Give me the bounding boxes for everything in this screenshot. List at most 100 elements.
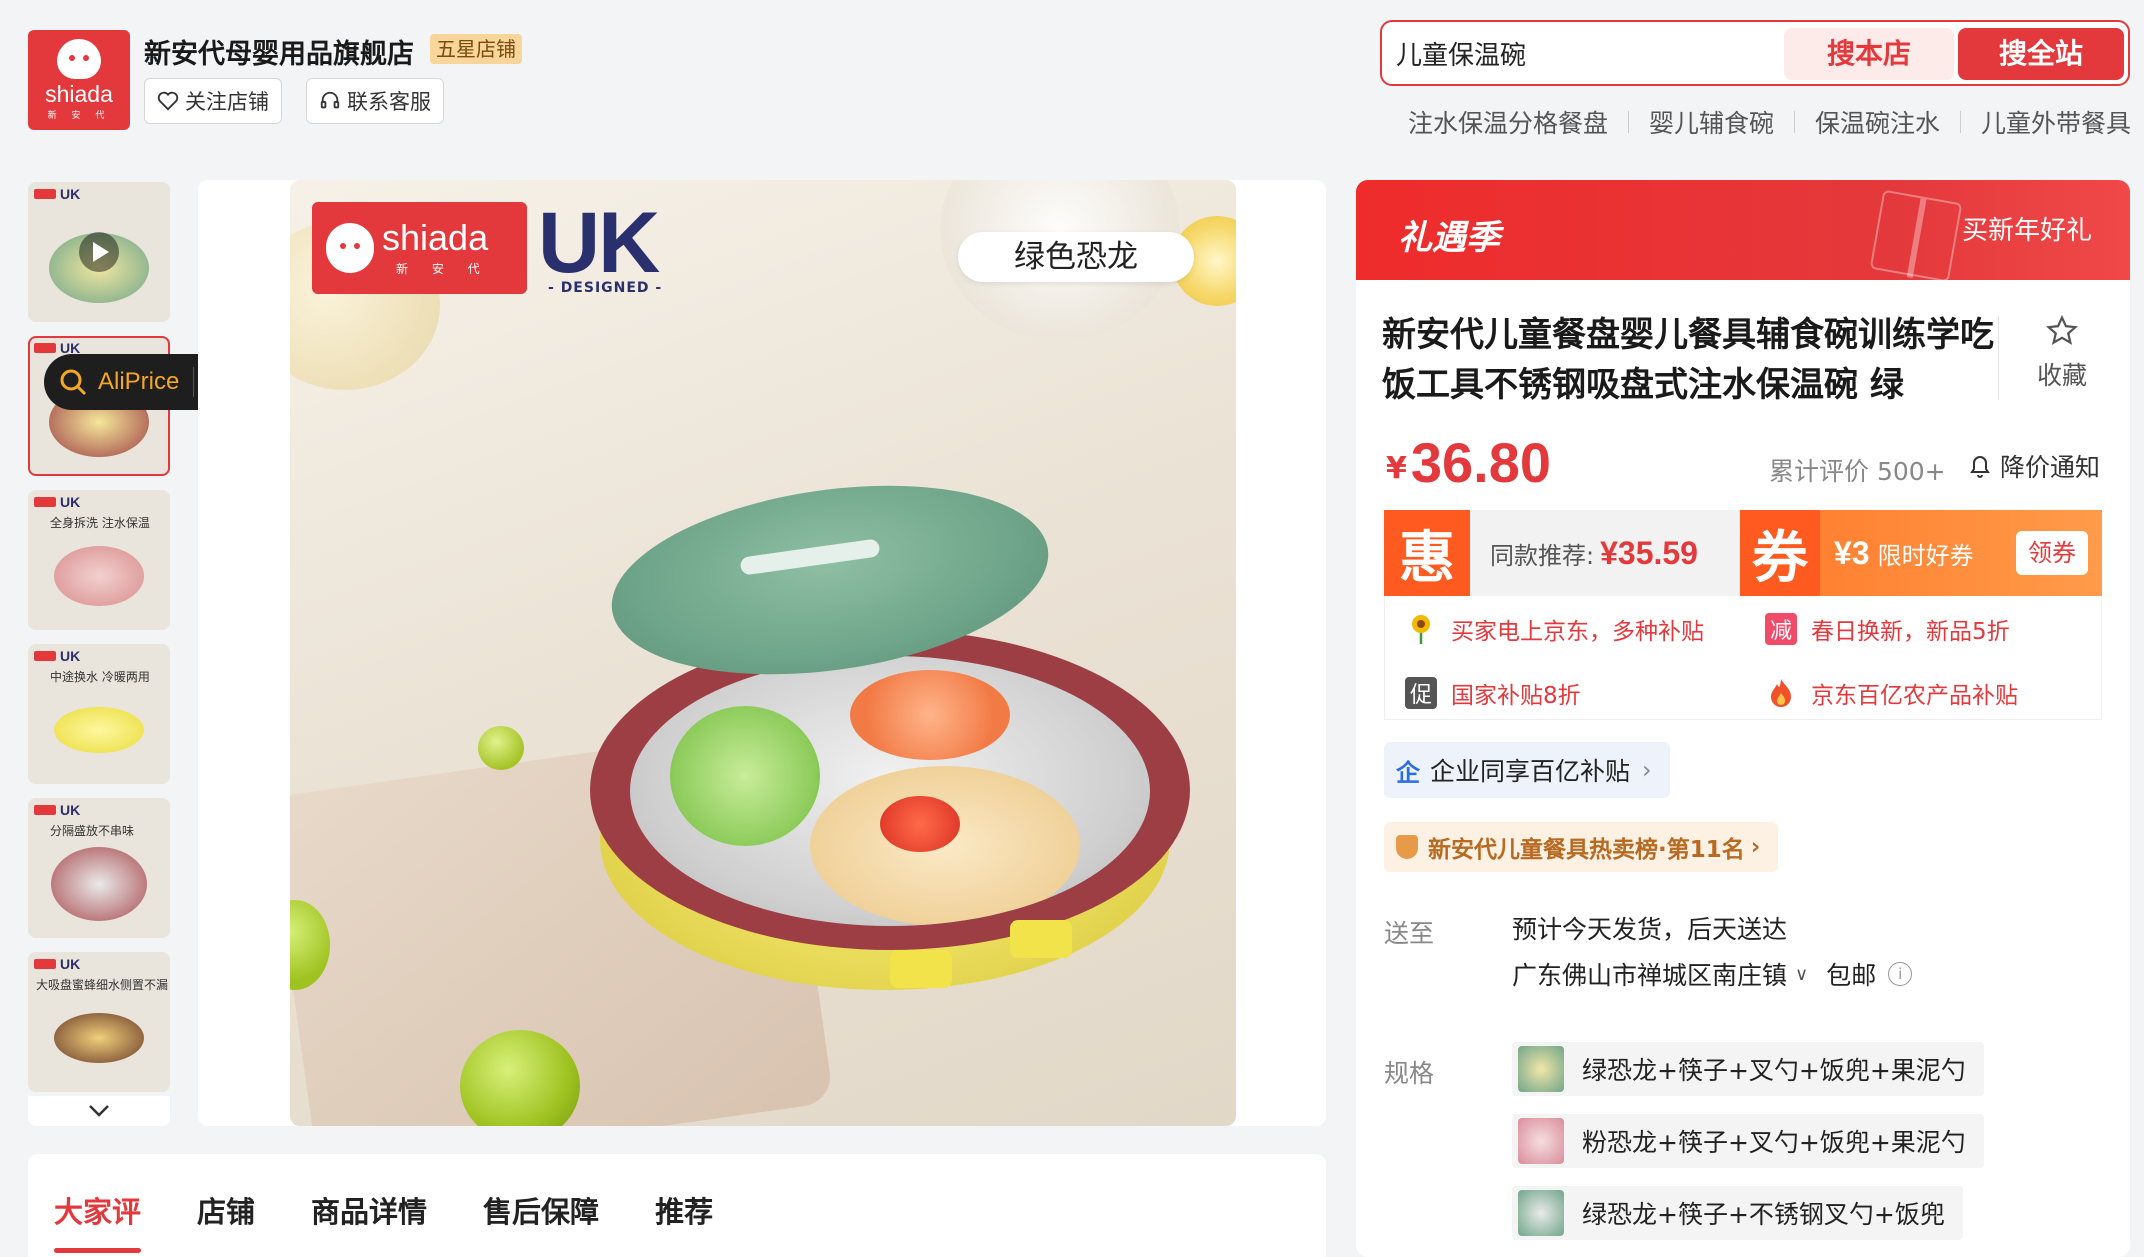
thumbnail-video[interactable]: UK (28, 182, 170, 322)
mini-logo (34, 651, 56, 661)
claim-coupon-button[interactable]: 领券 (2016, 531, 2088, 575)
spec-option[interactable]: 绿恐龙+筷子+不锈钢叉勺+饭兜 (1512, 1186, 1963, 1240)
hot-word[interactable]: 注水保温分格餐盘 (1408, 104, 1608, 140)
deal-strip: 惠 同款推荐: ¥35.59 券 ¥3 限时好券 领券 (1384, 510, 2102, 596)
enterprise-label: 企业同享百亿补贴 (1430, 757, 1631, 786)
designed-label: - DESIGNED - (548, 280, 663, 296)
product-info-panel: 礼遇季 买新年好礼 新安代儿童餐盘婴儿餐具辅食碗训练学吃饭工具不锈钢吸盘式注水保… (1356, 180, 2130, 1257)
benefit-text: 春日换新，新品5折 (1811, 619, 2010, 645)
thumbnail-image[interactable]: UK 大吸盘蜜蜂细水侧置不漏 (28, 952, 170, 1092)
promo-banner[interactable]: 礼遇季 买新年好礼 (1356, 180, 2130, 283)
brand-subtext: 新 安 代 (396, 261, 490, 276)
thumb-product (54, 546, 144, 607)
chevron-down-icon (89, 1105, 109, 1117)
thumb-brand-tag: UK (34, 956, 80, 972)
brand-logo: shiada 新 安 代 (312, 202, 527, 294)
benefit-text: 买家电上京东，多种补贴 (1451, 619, 1704, 645)
thumb-brand-tag: UK (34, 648, 80, 664)
benefit-item[interactable]: 减 春日换新，新品5折 (1765, 612, 2010, 646)
search-icon (60, 369, 87, 396)
tab-recommend[interactable]: 推荐 (655, 1181, 713, 1231)
store-logo[interactable]: shiada 新 安 代 (28, 30, 130, 130)
mini-logo (34, 805, 56, 815)
search-all-button[interactable]: 搜全站 (1958, 28, 2124, 80)
chevron-down-icon[interactable]: ∨ (1795, 964, 1808, 985)
spec-option[interactable]: 粉恐龙+筷子+叉勺+饭兜+果泥勺 (1512, 1114, 1984, 1168)
thumb-brand-tag: UK (34, 494, 80, 510)
thumb-brand-tag: UK (34, 186, 80, 202)
delivery-estimate: 预计今天发货，后天送达 (1512, 915, 1788, 944)
store-name[interactable]: 新安代母婴用品旗舰店 (144, 32, 414, 71)
coupon-deal: 券 ¥3 限时好券 领券 (1740, 510, 2102, 596)
tab-product-details[interactable]: 商品详情 (311, 1181, 427, 1231)
flame-icon (1765, 677, 1797, 709)
divider (1794, 111, 1796, 133)
search-input[interactable] (1396, 30, 1756, 76)
gift-icon (1869, 189, 1963, 283)
baby-face-icon (326, 223, 374, 273)
food-tomato (880, 796, 960, 852)
thumb-tag-text: UK (60, 956, 81, 972)
thumb-caption: 大吸盘蜜蜂细水侧置不漏 (36, 978, 169, 992)
rank-shield-icon (1396, 835, 1418, 859)
play-icon[interactable] (79, 232, 119, 272)
thumbnail-list: UK UK UK 全身拆洗 注水保温 UK 中途换水 冷暖两用 UK 分隔盛放不… (28, 182, 170, 1126)
contact-service-label: 联系客服 (347, 90, 431, 114)
divider (1960, 111, 1962, 133)
coupon-amount: ¥3 (1834, 534, 1870, 571)
spec-option-label: 绿恐龙+筷子+不锈钢叉勺+饭兜 (1582, 1200, 1945, 1229)
benefit-item[interactable]: 买家电上京东，多种补贴 (1405, 612, 1704, 646)
review-count[interactable]: 累计评价 500+ (1769, 452, 1946, 488)
thumbnail-image[interactable]: UK 全身拆洗 注水保温 (28, 490, 170, 630)
ranking-badge[interactable]: 新安代儿童餐具热卖榜·第11名 › (1384, 822, 1779, 872)
main-product-image[interactable]: shiada 新 安 代 UK - DESIGNED - 绿色恐龙 (290, 180, 1236, 1126)
hot-word[interactable]: 保温碗注水 (1815, 104, 1940, 140)
divider (193, 367, 195, 397)
promo-right-text: 买新年好礼 (1962, 216, 2093, 246)
similar-deal[interactable]: 惠 同款推荐: ¥35.59 (1384, 510, 1740, 596)
more-thumbnails-button[interactable] (28, 1096, 170, 1126)
tab-after-sales[interactable]: 售后保障 (483, 1181, 599, 1231)
enterprise-icon: 企 (1396, 758, 1420, 787)
bell-icon (1970, 456, 1990, 478)
benefits-list: 买家电上京东，多种补贴 减 春日换新，新品5折 促 国家补贴8折 京东百亿农产品… (1384, 596, 2102, 720)
similar-deal-label: 同款推荐: (1490, 541, 1595, 570)
benefit-text: 京东百亿农产品补贴 (1811, 683, 2018, 709)
price-alert-label: 降价通知 (2000, 453, 2101, 482)
bowl-handle (890, 950, 952, 988)
tab-reviews[interactable]: 大家评 (54, 1181, 142, 1253)
search-store-button[interactable]: 搜本店 (1784, 28, 1954, 80)
address-selector[interactable]: 广东佛山市禅城区南庄镇 (1512, 956, 1787, 992)
tab-store[interactable]: 店铺 (197, 1181, 255, 1231)
spec-option[interactable]: 绿恐龙+筷子+叉勺+饭兜+果泥勺 (1512, 1042, 1984, 1096)
hot-word[interactable]: 婴儿辅食碗 (1649, 104, 1774, 140)
thumb-tag-text: UK (60, 494, 81, 510)
baby-face-icon (57, 39, 101, 79)
price-value: 36.80 (1410, 431, 1552, 494)
quan-badge-icon: 券 (1740, 510, 1820, 596)
benefit-item[interactable]: 促 国家补贴8折 (1405, 676, 1581, 710)
thumbnail-image[interactable]: UK 中途换水 冷暖两用 (28, 644, 170, 784)
favorite-button[interactable]: 收藏 (2020, 314, 2104, 392)
info-icon[interactable]: i (1888, 962, 1913, 986)
price-alert-button[interactable]: 降价通知 (1968, 448, 2100, 484)
favorite-label: 收藏 (2036, 361, 2087, 390)
thumb-product (54, 707, 144, 754)
food-shrimp (850, 670, 1010, 760)
food-cucumber (670, 706, 820, 846)
follow-store-label: 关注店铺 (185, 90, 269, 114)
sunflower-icon (1405, 613, 1437, 645)
spec-option-label: 绿恐龙+筷子+叉勺+饭兜+果泥勺 (1582, 1056, 1966, 1085)
thumbnail-image[interactable]: UK 分隔盛放不串味 (28, 798, 170, 938)
free-shipping-label: 包邮 (1826, 961, 1877, 990)
hot-word[interactable]: 儿童外带餐具 (1981, 104, 2131, 140)
spec-option-label: 粉恐龙+筷子+叉勺+饭兜+果泥勺 (1582, 1128, 1966, 1157)
benefit-item[interactable]: 京东百亿农产品补贴 (1765, 676, 2018, 710)
enterprise-subsidy-button[interactable]: 企 企业同享百亿补贴 › (1384, 742, 1670, 798)
follow-store-button[interactable]: 关注店铺 (144, 78, 282, 124)
contact-service-button[interactable]: 联系客服 (306, 78, 444, 124)
logo-subtext: 新 安 代 (47, 111, 111, 121)
grape-decoration (478, 726, 524, 770)
aliprice-label: AliPrice (98, 368, 180, 395)
mini-logo (34, 343, 56, 353)
